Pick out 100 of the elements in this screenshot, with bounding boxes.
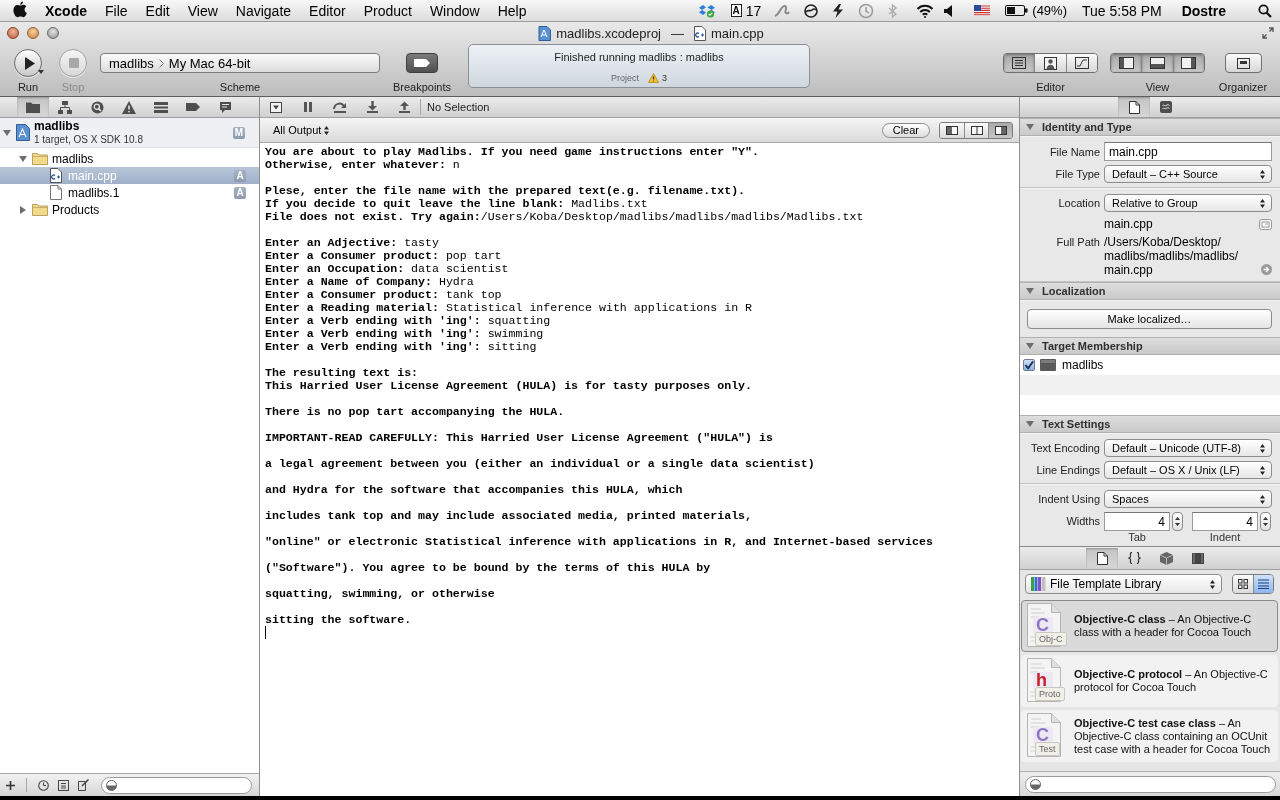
editor-mode-control[interactable] (1003, 53, 1098, 73)
make-localized-button[interactable]: Make localized… (1027, 309, 1272, 329)
utilities-toggle[interactable] (1172, 54, 1204, 72)
view-control[interactable] (1110, 53, 1205, 73)
file-tree-item[interactable]: Products (0, 201, 259, 218)
template-item[interactable]: C Obj-C Objective-C class – An Objective-C class with a header for Cocoa Touch (1021, 600, 1278, 652)
clear-button[interactable]: Clear (881, 122, 930, 138)
breakpoints-button[interactable] (406, 53, 438, 73)
warning-icon[interactable] (648, 73, 659, 83)
menu-item[interactable]: Navigate (226, 2, 301, 19)
icon-letter: C (1036, 725, 1049, 745)
updown-arrows-icon (1260, 169, 1265, 179)
file-type-popup[interactable]: Default – C++ Source (1104, 165, 1272, 183)
section-header[interactable]: Identity and Type (1020, 118, 1280, 136)
menu-clock[interactable]: Tue 5:58 PM (1082, 2, 1162, 19)
disclosure-icon[interactable] (1026, 420, 1034, 428)
navigator-toggle[interactable] (1111, 54, 1142, 72)
file-tree-item[interactable]: madlibs (0, 150, 259, 167)
disclosure-icon[interactable] (18, 205, 27, 214)
close-button[interactable] (7, 27, 19, 39)
apple-icon[interactable] (13, 1, 27, 18)
menu-extra-logo[interactable]: A (730, 4, 742, 17)
line-endings-popup[interactable]: Default – OS X / Unix (LF) (1104, 461, 1272, 479)
updown-arrows-icon (324, 125, 330, 135)
chevron-icon (158, 58, 164, 68)
dropbox-icon[interactable] (698, 3, 715, 18)
library-selector[interactable]: File Template Library (1025, 574, 1222, 594)
flag-icon[interactable] (974, 5, 991, 16)
width-field[interactable]: 4 (1192, 512, 1258, 531)
menu-item[interactable]: Editor (300, 2, 355, 19)
zoom-button[interactable] (47, 27, 59, 39)
section-header[interactable]: Text Settings (1020, 415, 1280, 433)
section-header[interactable]: Target Membership (1020, 337, 1280, 355)
split-view-button[interactable] (964, 122, 988, 138)
pencil-square-icon[interactable] (78, 779, 90, 791)
disclosure-icon[interactable] (18, 154, 27, 163)
menu-item[interactable]: Xcode (36, 2, 96, 19)
file-inspector-tab[interactable] (1118, 97, 1150, 117)
file-name-field[interactable]: main.cpp (1104, 142, 1272, 161)
filter-field[interactable] (101, 776, 252, 794)
squiggle-icon[interactable] (774, 3, 791, 18)
wifi-icon[interactable] (916, 3, 935, 18)
search-icon[interactable] (1258, 3, 1272, 18)
disclosure-icon[interactable] (1026, 287, 1034, 295)
output-filter-popup[interactable]: All Output (273, 124, 330, 136)
menu-item[interactable]: Product (354, 2, 421, 19)
disclosure-icon[interactable] (1026, 342, 1034, 350)
small-window-icon[interactable] (1259, 218, 1272, 230)
project-item[interactable]: madlibs 1 target, OS X SDK 10.8 M (0, 118, 259, 148)
stepper[interactable] (1260, 512, 1271, 531)
user-menu[interactable]: Dostre (1181, 2, 1226, 19)
width-field[interactable]: 4 (1104, 512, 1170, 531)
template-item[interactable]: h Proto Objective-C protocol – An Objective-C protocol for Cocoa Touch (1021, 655, 1278, 707)
menu-item[interactable]: View (178, 2, 227, 19)
stepper[interactable] (1172, 512, 1183, 531)
arrow-circle-icon[interactable] (1261, 264, 1272, 275)
version-editor-button[interactable] (1065, 54, 1097, 72)
add-icon[interactable] (6, 780, 15, 790)
checkbox[interactable] (1023, 359, 1035, 371)
scheme-selector[interactable]: madlibs My Mac 64-bit (100, 53, 380, 73)
indent-using-popup[interactable]: Spaces (1104, 490, 1272, 508)
section-header[interactable]: Localization (1020, 282, 1280, 300)
menu-item[interactable]: Window (420, 2, 489, 19)
minimize-button[interactable] (27, 27, 39, 39)
speech-bubble-icon (218, 100, 232, 114)
project-navigator-tab[interactable] (17, 97, 49, 117)
console-layout-control[interactable] (939, 121, 1013, 139)
organizer-button[interactable] (1224, 53, 1262, 73)
lined-square-icon[interactable] (58, 779, 69, 791)
disclosure-icon[interactable] (3, 128, 11, 137)
battery-icon[interactable] (1005, 5, 1029, 16)
file-tree-item[interactable]: madlibs.1 A (0, 184, 259, 201)
run-button[interactable] (14, 49, 42, 77)
left-pane-icon (946, 125, 958, 135)
warning-count[interactable]: 3 (662, 73, 667, 83)
list-view-button[interactable] (1253, 575, 1273, 593)
debug-area-toggle[interactable] (1141, 54, 1173, 72)
menu-item[interactable]: File (96, 2, 137, 19)
filter-field[interactable] (1025, 775, 1276, 793)
fullscreen-icon[interactable] (1262, 27, 1274, 39)
console-line: There is no pop tart accompanying the HULA. (265, 405, 566, 418)
bolt-icon[interactable] (832, 3, 845, 18)
icon-view-button[interactable] (1233, 575, 1253, 593)
standard-editor-button[interactable] (1004, 54, 1035, 72)
disclosure-icon[interactable] (1026, 123, 1034, 131)
template-item[interactable]: C Test Objective-C test case class – An Objective-C class containing an OCUnit test case with a header for Cocoa Touch (1021, 710, 1278, 762)
file-template-tab[interactable] (1086, 548, 1118, 568)
person-silhouette-icon (1044, 56, 1057, 70)
menu-item[interactable]: Edit (136, 2, 179, 19)
view-mode-control[interactable] (1232, 574, 1274, 594)
text-encoding-popup[interactable]: Default – Unicode (UTF-8) (1104, 439, 1272, 457)
console-only-button[interactable] (988, 122, 1012, 138)
speaker-icon[interactable] (944, 4, 953, 17)
right-pane-icon (994, 125, 1007, 135)
assistant-editor-button[interactable] (1034, 54, 1066, 72)
menu-item[interactable]: Help (488, 2, 536, 19)
swirl-circle-icon[interactable] (804, 3, 819, 18)
variables-console-button[interactable] (940, 122, 964, 138)
location-popup[interactable]: Relative to Group (1104, 194, 1272, 212)
clock-icon[interactable] (38, 779, 49, 791)
